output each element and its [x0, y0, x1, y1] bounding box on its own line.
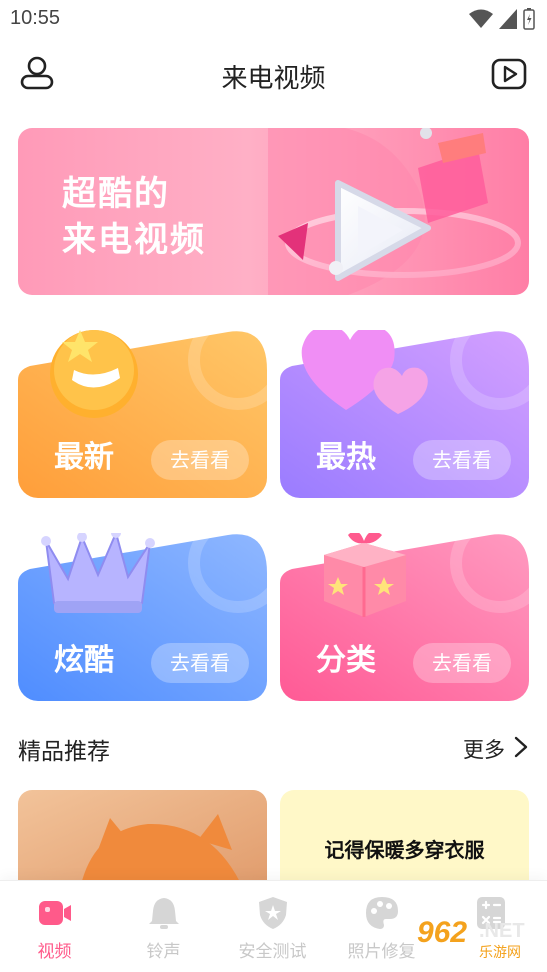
signal-icon	[499, 9, 517, 29]
more-link[interactable]: 更多	[463, 734, 505, 764]
tab-video[interactable]: 视频	[0, 895, 109, 962]
battery-icon	[523, 8, 535, 30]
tab-ringtone[interactable]: 铃声	[109, 895, 218, 962]
status-bar: 10:55	[0, 0, 547, 38]
smile-emoji-icon	[50, 330, 138, 418]
section-title: 精品推荐	[18, 739, 110, 765]
category-label: 最热	[316, 440, 376, 475]
tab-label: 视频	[37, 942, 72, 962]
category-card-latest[interactable]: 最新 去看看	[18, 330, 267, 498]
tab-label: 安全测试	[238, 942, 307, 962]
go-see-button[interactable]: 去看看	[151, 643, 249, 683]
bell-icon	[148, 898, 179, 929]
tab-label: 铃声	[146, 942, 181, 962]
banner-line-1: 超酷的	[62, 174, 170, 214]
go-see-button[interactable]: 去看看	[413, 440, 511, 480]
go-see-button[interactable]: 去看看	[151, 440, 249, 480]
wifi-icon	[469, 9, 493, 28]
category-label: 分类	[316, 643, 376, 678]
category-label: 最新	[54, 440, 114, 475]
watermark-number: 962	[417, 916, 468, 949]
video-icon[interactable]	[491, 56, 527, 92]
app-header: 来电视频	[0, 44, 547, 104]
gift-box-icon	[324, 533, 406, 617]
banner-line-2: 来电视频	[62, 220, 206, 260]
recommend-caption: 记得保暖多穿衣服	[324, 838, 485, 862]
category-card-category[interactable]: 分类 去看看	[280, 533, 529, 701]
page-title: 来电视频	[221, 64, 326, 94]
promo-banner[interactable]: 超酷的 来电视频	[18, 128, 529, 295]
category-card-cool[interactable]: 炫酷 去看看	[18, 533, 267, 701]
palette-icon	[365, 897, 398, 929]
shield-star-icon	[258, 897, 287, 929]
crown-icon	[41, 533, 155, 613]
status-time: 10:55	[10, 7, 61, 29]
heart-icon	[301, 330, 428, 414]
category-card-hot[interactable]: 最热 去看看	[280, 330, 529, 498]
watermark-net: .NET	[479, 920, 525, 942]
chevron-right-icon[interactable]	[513, 736, 529, 758]
status-icons	[469, 8, 535, 30]
watermark-logo: 962 .NET 乐游网	[413, 916, 541, 964]
watermark-sub: 乐游网	[479, 945, 521, 961]
go-see-button[interactable]: 去看看	[413, 643, 511, 683]
section-header: 精品推荐 更多	[18, 730, 529, 765]
category-label: 炫酷	[54, 643, 114, 678]
tab-safety-test[interactable]: 安全测试	[218, 895, 327, 962]
video-camera-icon	[38, 901, 71, 925]
